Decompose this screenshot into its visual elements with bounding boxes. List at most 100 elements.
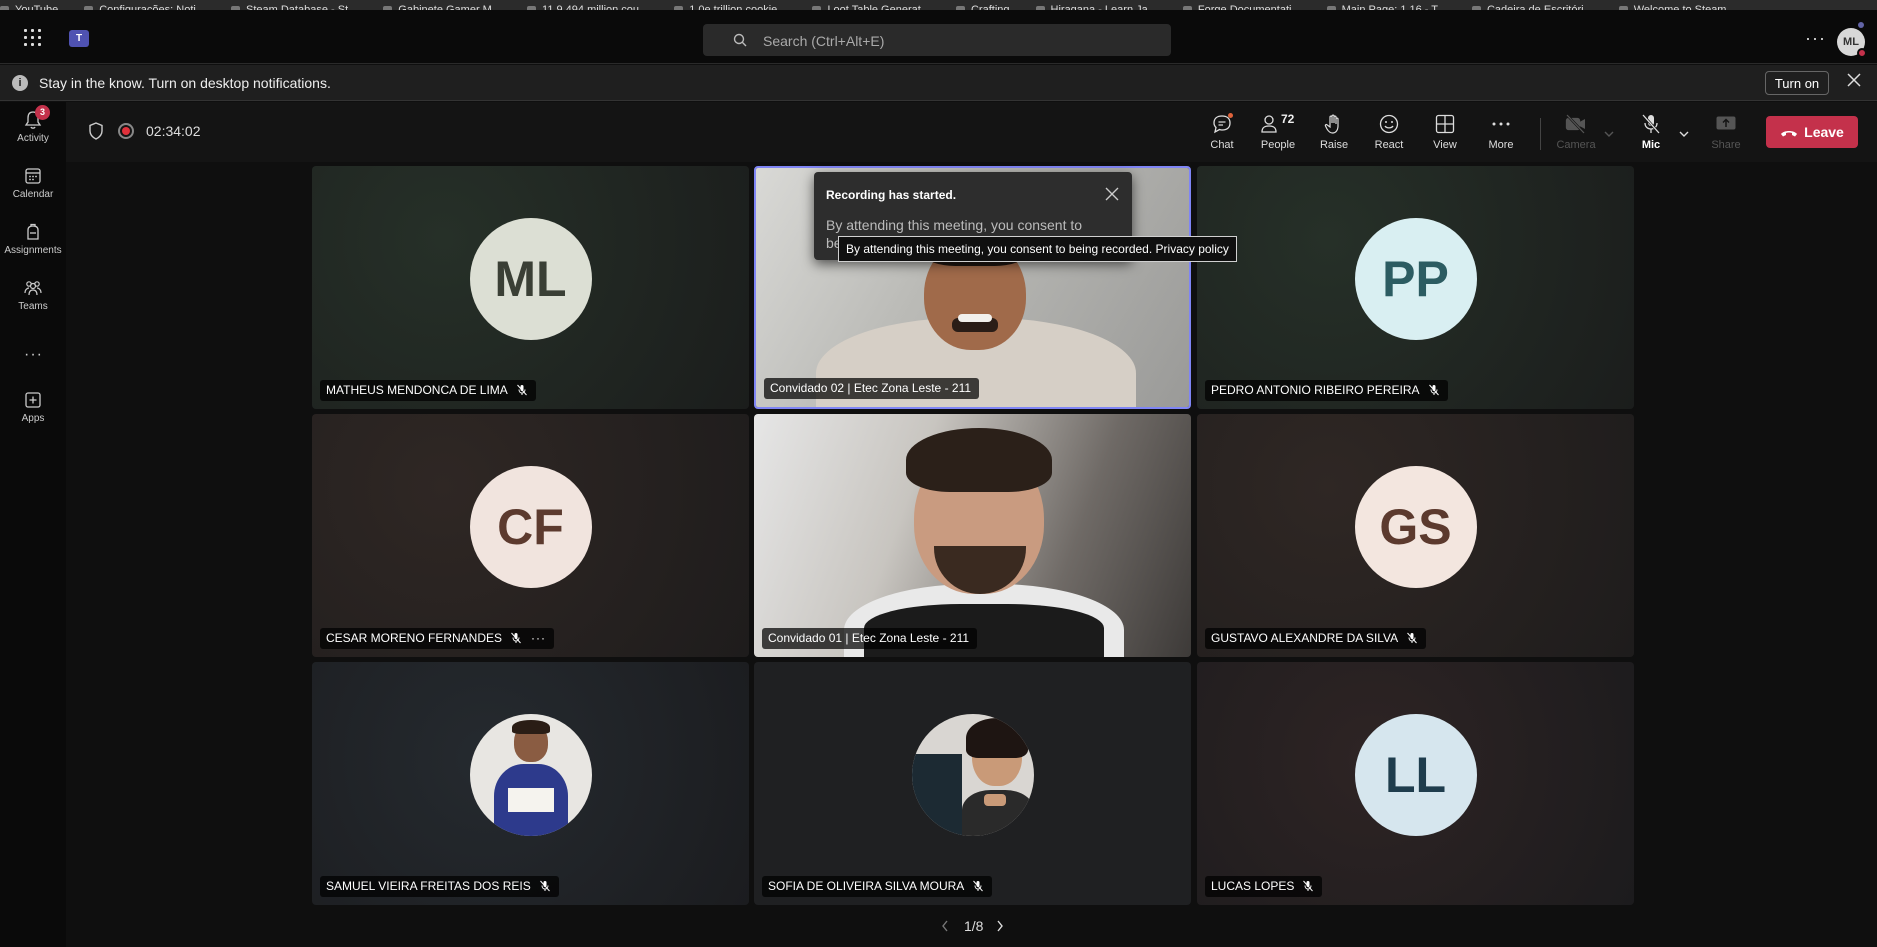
recording-indicator-icon <box>118 123 134 139</box>
muted-mic-icon <box>511 632 521 644</box>
rail-label-assignments: Assignments <box>4 245 62 256</box>
close-popup-icon[interactable] <box>1105 187 1119 201</box>
calendar-icon <box>25 168 41 184</box>
shield-icon[interactable] <box>88 122 104 140</box>
muted-mic-icon <box>1303 880 1314 892</box>
info-icon: i <box>12 75 28 91</box>
mic-off-icon <box>1642 114 1660 134</box>
participant-name-tag: Convidado 01 | Etec Zona Leste - 211 <box>762 628 978 649</box>
view-label: View <box>1433 139 1457 151</box>
participant-name-tag: GUSTAVO ALEXANDRE DA SILVA <box>1205 628 1427 649</box>
rail-item-apps[interactable]: Apps <box>0 384 66 436</box>
toolbar-divider <box>1540 118 1541 150</box>
participant-tile[interactable]: SOFIA DE OLIVEIRA SILVA MOURA <box>754 662 1191 905</box>
view-button[interactable]: View <box>1422 110 1468 156</box>
participant-name-tag: PEDRO ANTONIO RIBEIRO PEREIRA <box>1205 380 1448 401</box>
participant-name-tag: SOFIA DE OLIVEIRA SILVA MOURA <box>762 876 993 897</box>
participant-more-options[interactable]: ··· <box>531 628 546 649</box>
activity-badge: 3 <box>35 105 50 120</box>
react-smiley-icon <box>1379 114 1399 134</box>
participant-tile[interactable]: SAMUEL VIEIRA FREITAS DOS REIS <box>312 662 749 905</box>
search-box[interactable]: Search (Ctrl+Alt+E) <box>703 24 1171 56</box>
camera-options-chevron-icon[interactable] <box>1604 130 1614 138</box>
participant-tile[interactable]: GS GUSTAVO ALEXANDRE DA SILVA <box>1197 414 1634 657</box>
app-rail: 3 Activity Calendar Assignments Teams ··… <box>0 102 66 947</box>
avatar-initials: ML <box>1843 36 1859 48</box>
react-label: React <box>1374 139 1404 151</box>
more-label: More <box>1488 139 1514 151</box>
participant-name-tag: MATHEUS MENDONCA DE LIMA <box>320 380 536 401</box>
presence-status-icon <box>1857 48 1867 58</box>
muted-mic-icon <box>516 384 527 396</box>
participant-tile[interactable]: LL LUCAS LOPES <box>1197 662 1634 905</box>
participant-avatar: LL <box>1354 713 1477 836</box>
meeting-stage: ML MATHEUS MENDONCA DE LIMA Convidado 02… <box>66 162 1877 947</box>
rail-item-activity[interactable]: 3 Activity <box>0 104 66 156</box>
participant-name: MATHEUS MENDONCA DE LIMA <box>326 383 508 397</box>
participant-avatar: ML <box>469 217 592 340</box>
participant-photo <box>911 713 1034 836</box>
people-icon <box>1261 115 1277 133</box>
teams-window: YouTube Configurações: Noti... Steam Datab… <box>0 0 1877 947</box>
search-input[interactable]: Search (Ctrl+Alt+E) <box>763 33 884 49</box>
camera-off-icon <box>1565 114 1585 134</box>
participant-name: CESAR MORENO FERNANDES <box>326 631 503 645</box>
participant-name: Convidado 02 | Etec Zona Leste - 211 <box>770 381 972 395</box>
hang-up-icon <box>1781 131 1798 137</box>
raise-hand-button[interactable]: Raise <box>1311 110 1357 156</box>
more-button[interactable]: More <box>1478 110 1524 156</box>
recording-popup-title: Recording has started. <box>826 188 957 202</box>
leave-button[interactable]: Leave <box>1766 116 1858 148</box>
participant-name: SAMUEL VIEIRA FREITAS DOS REIS <box>326 879 531 893</box>
close-banner-icon[interactable] <box>1846 72 1862 88</box>
share-button[interactable]: Share <box>1703 110 1749 156</box>
muted-mic-icon <box>1428 384 1439 396</box>
rail-label-teams: Teams <box>18 301 48 312</box>
share-screen-icon <box>1716 116 1736 130</box>
view-grid-icon <box>1435 114 1455 134</box>
mic-button[interactable]: Mic <box>1628 110 1674 156</box>
mic-options-chevron-icon[interactable] <box>1679 130 1689 138</box>
participant-avatar: GS <box>1354 465 1477 588</box>
more-dots-icon <box>1492 122 1510 126</box>
participant-name-tag: SAMUEL VIEIRA FREITAS DOS REIS <box>320 876 559 897</box>
page-indicator: 1/8 <box>964 918 984 934</box>
people-count: 72 <box>1281 112 1295 126</box>
app-launcher-icon[interactable] <box>24 29 42 47</box>
people-button[interactable]: 72 People <box>1255 110 1301 156</box>
react-button[interactable]: React <box>1366 110 1412 156</box>
next-page-icon[interactable] <box>995 919 1005 933</box>
previous-page-icon[interactable] <box>940 919 950 933</box>
participant-name: SOFIA DE OLIVEIRA SILVA MOURA <box>768 879 965 893</box>
participant-tile[interactable]: PP PEDRO ANTONIO RIBEIRO PEREIRA <box>1197 166 1634 409</box>
chat-button[interactable]: Chat <box>1199 110 1245 156</box>
raise-hand-icon <box>1324 114 1339 134</box>
participant-tile[interactable]: CF CESAR MORENO FERNANDES ··· <box>312 414 749 657</box>
share-label: Share <box>1711 139 1741 151</box>
participant-tile[interactable]: Convidado 01 | Etec Zona Leste - 211 <box>754 414 1191 657</box>
search-icon <box>733 33 747 47</box>
profile-avatar[interactable]: ML <box>1837 22 1867 58</box>
rail-label-apps: Apps <box>21 413 45 424</box>
camera-label: Camera <box>1556 139 1596 151</box>
bookmarks-bar: YouTube Configurações: Noti... Steam Datab… <box>0 0 1877 10</box>
more-options-icon[interactable]: ··· <box>1805 28 1826 49</box>
muted-mic-icon <box>973 880 984 892</box>
turn-on-notifications-button[interactable]: Turn on <box>1765 71 1829 95</box>
participant-name: PEDRO ANTONIO RIBEIRO PEREIRA <box>1211 383 1420 397</box>
participant-name-tag: LUCAS LOPES <box>1205 876 1323 897</box>
notification-banner: i Stay in the know. Turn on desktop noti… <box>0 65 1877 101</box>
rail-item-assignments[interactable]: Assignments <box>0 216 66 268</box>
camera-button[interactable]: Camera <box>1553 110 1599 156</box>
meeting-toolbar: 02:34:02 Chat 72 People Raise React View… <box>66 102 1877 162</box>
add-apps-icon <box>25 392 41 408</box>
more-apps-icon[interactable]: ··· <box>24 346 43 364</box>
teams-icon <box>24 281 42 296</box>
rail-label-calendar: Calendar <box>12 189 54 200</box>
participant-tile[interactable]: ML MATHEUS MENDONCA DE LIMA <box>312 166 749 409</box>
rail-item-teams[interactable]: Teams <box>0 272 66 324</box>
page-navigator: 1/8 <box>940 917 1003 935</box>
rail-item-calendar[interactable]: Calendar <box>0 160 66 212</box>
meeting-timer: 02:34:02 <box>146 123 201 139</box>
video-grid: ML MATHEUS MENDONCA DE LIMA Convidado 02… <box>312 166 1634 910</box>
